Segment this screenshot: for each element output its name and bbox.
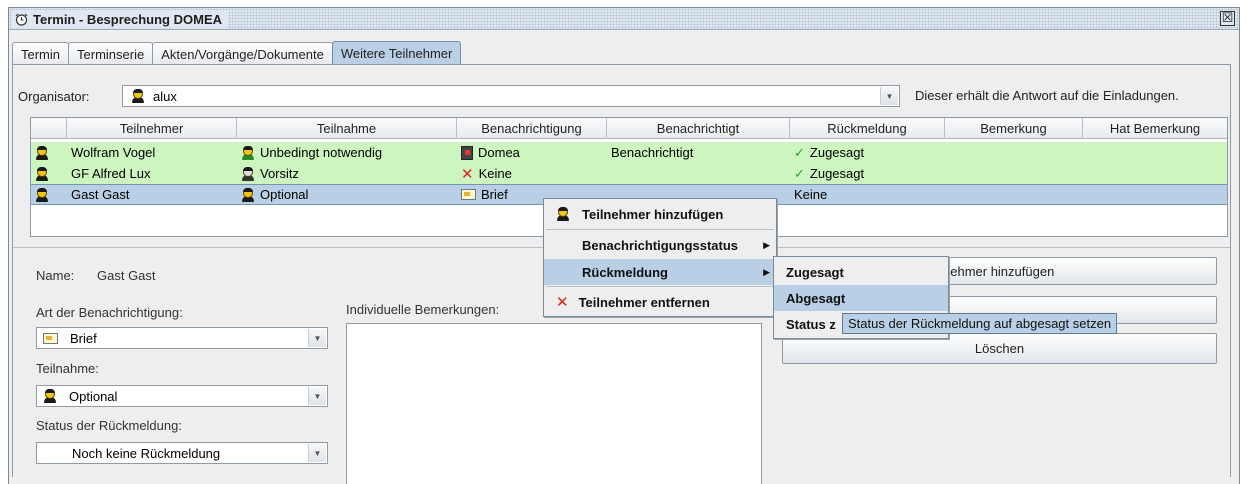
notify-value: Brief xyxy=(70,330,97,346)
status-label: Status der Rückmeldung: xyxy=(36,418,182,433)
cell-notification: Keine xyxy=(478,166,512,181)
menu-item-response[interactable]: Rückmeldung ▶ xyxy=(544,259,776,285)
name-value: Gast Gast xyxy=(97,268,156,283)
organizer-hint: Dieser erhält die Antwort auf die Einlad… xyxy=(915,88,1179,103)
table-row[interactable]: Wolfram Vogel Unbedingt notwendig Domea … xyxy=(31,142,1227,163)
cell-name: Gast Gast xyxy=(71,187,130,202)
cell-participation: Vorsitz xyxy=(260,166,300,181)
person-icon xyxy=(35,166,49,181)
column-header-benachrichtigung[interactable]: Benachrichtigung xyxy=(457,118,607,139)
person-icon xyxy=(241,187,255,202)
cell-notification: Domea xyxy=(478,145,520,160)
organizer-row: Organisator: xyxy=(18,85,90,107)
cell-response: Zugesagt xyxy=(809,145,865,160)
organizer-label: Organisator: xyxy=(18,88,90,104)
column-header-icon[interactable] xyxy=(31,118,67,139)
menu-item-remove-participant[interactable]: ✕ Teilnehmer entfernen xyxy=(544,289,776,315)
letter-icon xyxy=(43,332,58,344)
alarm-clock-icon xyxy=(15,13,28,26)
menu-item-label: Benachrichtigungsstatus xyxy=(582,237,739,253)
cell-notification: Brief xyxy=(481,187,508,202)
menu-item-label: Teilnehmer hinzufügen xyxy=(582,206,724,222)
tab-weitere-teilnehmer[interactable]: Weitere Teilnehmer xyxy=(331,41,462,65)
cell-notified: Benachrichtigt xyxy=(611,145,694,160)
submenu-item-label: Status z xyxy=(786,316,836,332)
tab-terminserie[interactable]: Terminserie xyxy=(68,42,154,65)
cell-name: Wolfram Vogel xyxy=(71,145,156,160)
tab-termin[interactable]: Termin xyxy=(12,42,70,65)
participation-value: Optional xyxy=(69,388,118,404)
tab-bar: Termin Terminserie Akten/Vorgänge/Dokume… xyxy=(12,41,462,65)
window-title: Termin - Besprechung DOMEA xyxy=(33,11,223,27)
close-icon[interactable]: ☒ xyxy=(1220,11,1235,26)
organizer-select[interactable]: alux ▼ xyxy=(122,85,900,107)
menu-item-label: Rückmeldung xyxy=(582,264,668,280)
context-menu: Teilnehmer hinzufügen Benachrichtigungss… xyxy=(543,198,777,317)
menu-item-notification-status[interactable]: Benachrichtigungsstatus ▶ xyxy=(544,232,776,258)
submenu-item-label: Abgesagt xyxy=(786,290,846,306)
column-header-teilnehmer[interactable]: Teilnehmer xyxy=(67,118,237,139)
cell-participation: Optional xyxy=(260,187,309,202)
menu-separator xyxy=(546,229,774,230)
cell-notified xyxy=(607,163,790,184)
name-label: Name: xyxy=(36,268,75,283)
cell-response: Zugesagt xyxy=(809,166,865,181)
status-select[interactable]: Noch keine Rückmeldung ▼ xyxy=(36,442,328,464)
x-icon: ✕ xyxy=(556,294,569,311)
table-header: Teilnehmer Teilnahme Benachrichtigung Be… xyxy=(31,118,1227,139)
submenu-item-label: Zugesagt xyxy=(786,264,844,280)
person-icon xyxy=(35,187,49,202)
person-icon xyxy=(556,207,570,221)
organizer-value: alux xyxy=(153,88,177,104)
person-go-icon xyxy=(241,145,255,160)
submenu-item-declined[interactable]: Abgesagt xyxy=(774,285,948,311)
chairperson-icon xyxy=(241,166,255,181)
add-participant-button-label: nehmer hinzufügen xyxy=(943,263,1055,279)
column-header-rueckmeldung[interactable]: Rückmeldung xyxy=(790,118,945,139)
cell-name: GF Alfred Lux xyxy=(71,166,151,181)
status-value: Noch keine Rückmeldung xyxy=(72,445,221,461)
notify-label: Art der Benachrichtigung: xyxy=(36,305,183,320)
cell-participation: Unbedingt notwendig xyxy=(260,145,383,160)
remarks-label: Individuelle Bemerkungen: xyxy=(346,302,500,317)
chevron-down-icon[interactable]: ▼ xyxy=(308,387,326,405)
remarks-textarea[interactable] xyxy=(346,323,762,484)
participation-label: Teilnahme: xyxy=(36,361,99,376)
check-icon: ✓ xyxy=(794,144,805,160)
notify-select[interactable]: Brief ▼ xyxy=(36,327,328,349)
domea-icon xyxy=(461,145,473,160)
title-label-group: Termin - Besprechung DOMEA xyxy=(11,10,229,28)
chevron-down-icon[interactable]: ▼ xyxy=(308,444,326,462)
letter-icon xyxy=(461,189,476,200)
cell-response: Keine xyxy=(794,187,828,202)
column-header-teilnahme[interactable]: Teilnahme xyxy=(237,118,457,139)
table-row[interactable]: GF Alfred Lux Vorsitz ✕ Keine ✓ Zugesagt xyxy=(31,163,1227,184)
person-icon xyxy=(35,145,49,160)
chevron-right-icon: ▶ xyxy=(763,266,770,277)
column-header-hat-bemerkung[interactable]: Hat Bemerkung xyxy=(1083,118,1227,139)
chevron-down-icon[interactable]: ▼ xyxy=(880,87,898,105)
column-header-bemerkung[interactable]: Bemerkung xyxy=(945,118,1083,139)
tab-akten[interactable]: Akten/Vorgänge/Dokumente xyxy=(152,42,333,65)
chevron-right-icon: ▶ xyxy=(763,239,770,250)
check-icon: ✓ xyxy=(794,165,805,181)
tooltip: Status der Rückmeldung auf abgesagt setz… xyxy=(842,313,1118,334)
submenu-item-accepted[interactable]: Zugesagt xyxy=(774,259,948,285)
person-icon xyxy=(131,89,145,103)
person-icon xyxy=(43,389,57,403)
menu-item-label: Teilnehmer entfernen xyxy=(578,294,710,310)
column-header-benachrichtigt[interactable]: Benachrichtigt xyxy=(607,118,790,139)
menu-separator xyxy=(546,286,774,287)
menu-item-add-participant[interactable]: Teilnehmer hinzufügen xyxy=(544,201,776,227)
x-icon: ✕ xyxy=(461,165,474,183)
delete-button-label: Löschen xyxy=(974,341,1025,356)
title-bar[interactable]: Termin - Besprechung DOMEA ☒ xyxy=(9,8,1239,30)
chevron-down-icon[interactable]: ▼ xyxy=(308,329,326,347)
participation-select[interactable]: Optional ▼ xyxy=(36,385,328,407)
